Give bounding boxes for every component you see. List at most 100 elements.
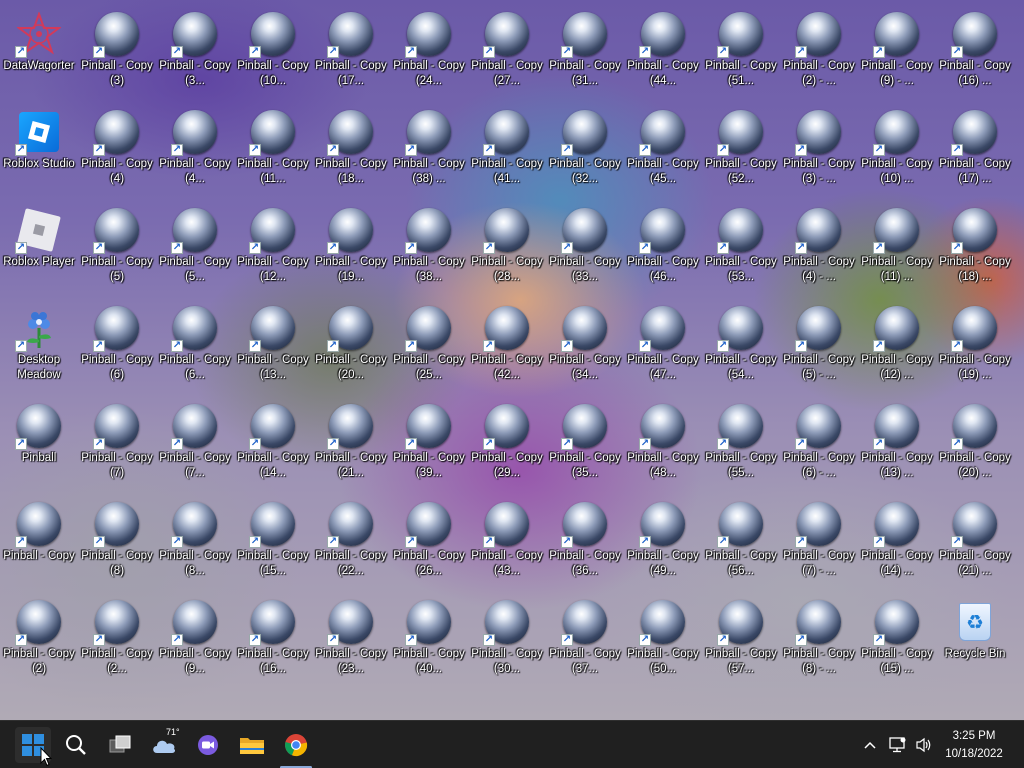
desktop-icon-pinball[interactable]: ↗ Pinball - Copy (35... [546,396,624,492]
desktop-icon-pinball[interactable]: ↗ Pinball - Copy (15) ... [858,592,936,688]
desktop-icon-pinball[interactable]: ↗ Pinball - Copy (18... [312,102,390,198]
desktop-icon-pinball[interactable]: ↗ Pinball - Copy (34... [546,298,624,394]
desktop-icon-pinball[interactable]: ↗ Pinball - Copy (55... [702,396,780,492]
desktop-icon-pinball[interactable]: ↗ Pinball - Copy (4) - ... [780,200,858,296]
desktop-icon-pinball[interactable]: ↗ Pinball - Copy (13) ... [858,396,936,492]
desktop-icon-pinball[interactable]: ↗ Pinball - Copy (8) [78,494,156,590]
chrome-button[interactable] [278,727,314,763]
desktop-icon-pinball[interactable]: ↗ Pinball - Copy (42... [468,298,546,394]
desktop[interactable]: ↗ DataWagorter ↗ Roblox Studio ↗ Roblox Playe… [0,0,1024,720]
desktop-icon-pinball[interactable]: ↗ Pinball - Copy (10) ... [858,102,936,198]
chat-button[interactable] [190,727,226,763]
desktop-icon-pinball[interactable]: ↗ Pinball - Copy (30... [468,592,546,688]
desktop-icon-pinball[interactable]: ↗ Pinball - Copy (17) ... [936,102,1014,198]
desktop-icon-pinball[interactable]: ↗ Pinball - Copy (32... [546,102,624,198]
network-button[interactable] [886,721,910,768]
desktop-icon-pinball[interactable]: ↗ Pinball - Copy (38... [390,200,468,296]
desktop-icon-pinball[interactable]: ↗ Pinball - Copy (33... [546,200,624,296]
desktop-icon-pinball[interactable]: ↗ Pinball - Copy (39... [390,396,468,492]
desktop-icon-pinball[interactable]: ↗ Pinball - Copy (20) ... [936,396,1014,492]
desktop-icon-pinball[interactable]: ↗ Pinball - Copy (7) [78,396,156,492]
desktop-icon-pinball[interactable]: ↗ Pinball - Copy (54... [702,298,780,394]
desktop-icon-pinball[interactable]: ↗ Pinball - Copy (11) ... [858,200,936,296]
task-view-button[interactable] [102,727,138,763]
desktop-icon-pinball[interactable]: ↗ Pinball - Copy (16) ... [936,4,1014,100]
clock-button[interactable]: 3:25 PM 10/18/2022 [936,727,1012,763]
desktop-icon-pinball[interactable]: ↗ Pinball - Copy (24... [390,4,468,100]
desktop-icon-pinball[interactable]: ↗ Pinball - Copy (19... [312,200,390,296]
desktop-icon-pinball[interactable]: ↗ Pinball - Copy [0,494,78,590]
desktop-icon-studio[interactable]: ↗ Roblox Studio [0,102,78,198]
desktop-icon-pinball[interactable]: ↗ Pinball - Copy (2) - ... [780,4,858,100]
desktop-icon-pinball[interactable]: ↗ Pinball - Copy (21... [312,396,390,492]
desktop-icon-pinball[interactable]: ↗ Pinball - Copy (18) ... [936,200,1014,296]
desktop-icon-pinball[interactable]: ↗ Pinball - Copy (40... [390,592,468,688]
desktop-icon-pinball[interactable]: ↗ Pinball - Copy (2) [0,592,78,688]
desktop-icon-pinball[interactable]: ↗ Pinball - Copy (17... [312,4,390,100]
desktop-icon-pinball[interactable]: ↗ Pinball - Copy (28... [468,200,546,296]
desktop-icon-pinball[interactable]: ↗ Pinball - Copy (46... [624,200,702,296]
desktop-icon-pinball[interactable]: ↗ Pinball - Copy (45... [624,102,702,198]
desktop-icon-pinball[interactable]: ↗ Pinball - Copy (41... [468,102,546,198]
desktop-icon-pinball[interactable]: ↗ Pinball - Copy (3) [78,4,156,100]
desktop-icon-pinball[interactable]: ↗ Pinball - Copy (49... [624,494,702,590]
desktop-icon-pinball[interactable]: ↗ Pinball - Copy (52... [702,102,780,198]
desktop-icon-pinball[interactable]: ↗ Pinball - Copy (10... [234,4,312,100]
desktop-icon-pinball[interactable]: ↗ Pinball - Copy (43... [468,494,546,590]
desktop-icon-pinball[interactable]: ↗ Pinball - Copy (38) ... [390,102,468,198]
desktop-icon-pinball[interactable]: ↗ Pinball - Copy (3... [156,4,234,100]
desktop-icon-pinball[interactable]: ↗ Pinball - Copy (5) [78,200,156,296]
desktop-icon-pinball[interactable]: ↗ Pinball [0,396,78,492]
desktop-icon-logo[interactable]: ↗ DataWagorter [0,4,78,100]
desktop-icon-pinball[interactable]: ↗ Pinball - Copy (36... [546,494,624,590]
desktop-icon-pinball[interactable]: ↗ Pinball - Copy (26... [390,494,468,590]
desktop-icon-pinball[interactable]: ↗ Pinball - Copy (53... [702,200,780,296]
desktop-icon-pinball[interactable]: ↗ Pinball - Copy (44... [624,4,702,100]
desktop-icon-pinball[interactable]: ↗ Pinball - Copy (22... [312,494,390,590]
desktop-icon-pinball[interactable]: ↗ Pinball - Copy (7) - ... [780,494,858,590]
desktop-icon-pinball[interactable]: ↗ Pinball - Copy (37... [546,592,624,688]
desktop-icon-pinball[interactable]: ↗ Pinball - Copy (4... [156,102,234,198]
desktop-icon-pinball[interactable]: ↗ Pinball - Copy (16... [234,592,312,688]
desktop-icon-pinball[interactable]: ↗ Pinball - Copy (7... [156,396,234,492]
desktop-icon-pinball[interactable]: ↗ Pinball - Copy (5) - ... [780,298,858,394]
desktop-icon-pinball[interactable]: ↗ Pinball - Copy (50... [624,592,702,688]
desktop-icon-pinball[interactable]: ↗ Pinball - Copy (9... [156,592,234,688]
desktop-icon-pinball[interactable]: ↗ Pinball - Copy (8... [156,494,234,590]
desktop-icon-pinball[interactable]: ↗ Pinball - Copy (3) - ... [780,102,858,198]
desktop-icon-pinball[interactable]: ↗ Pinball - Copy (27... [468,4,546,100]
desktop-icon-pinball[interactable]: ↗ Pinball - Copy (9) - ... [858,4,936,100]
desktop-icon-pinball[interactable]: ↗ Pinball - Copy (51... [702,4,780,100]
desktop-icon-pinball[interactable]: ↗ Pinball - Copy (56... [702,494,780,590]
desktop-icon-pinball[interactable]: ↗ Pinball - Copy (13... [234,298,312,394]
desktop-icon-pinball[interactable]: ↗ Pinball - Copy (12... [234,200,312,296]
desktop-icon-pinball[interactable]: ↗ Pinball - Copy (48... [624,396,702,492]
weather-widget-button[interactable]: 71° [146,727,182,763]
desktop-icon-pinball[interactable]: ↗ Pinball - Copy (23... [312,592,390,688]
desktop-icon-pinball[interactable]: ↗ Pinball - Copy (31... [546,4,624,100]
desktop-icon-pinball[interactable]: ↗ Pinball - Copy (15... [234,494,312,590]
search-button[interactable] [58,727,94,763]
desktop-icon-pinball[interactable]: ↗ Pinball - Copy (47... [624,298,702,394]
desktop-icon-pinball[interactable]: ↗ Pinball - Copy (20... [312,298,390,394]
desktop-icon-pinball[interactable]: ↗ Pinball - Copy (19) ... [936,298,1014,394]
desktop-icon-pinball[interactable]: ↗ Pinball - Copy (21) ... [936,494,1014,590]
desktop-icon-pinball[interactable]: ↗ Pinball - Copy (14... [234,396,312,492]
desktop-icon-pinball[interactable]: ↗ Pinball - Copy (2... [78,592,156,688]
file-explorer-button[interactable] [234,727,270,763]
desktop-icon-pinball[interactable]: ↗ Pinball - Copy (29... [468,396,546,492]
desktop-icon-pinball[interactable]: ↗ Pinball - Copy (25... [390,298,468,394]
desktop-icon-pinball[interactable]: ↗ Pinball - Copy (6... [156,298,234,394]
desktop-icon-bin[interactable]: ♻ Recycle Bin [936,592,1014,688]
volume-button[interactable] [912,721,936,768]
desktop-icon-pinball[interactable]: ↗ Pinball - Copy (14) ... [858,494,936,590]
desktop-icon-meadow[interactable]: ↗ Desktop Meadow [0,298,78,394]
desktop-icon-pinball[interactable]: ↗ Pinball - Copy (11... [234,102,312,198]
tray-overflow-button[interactable] [860,721,880,768]
desktop-icon-pinball[interactable]: ↗ Pinball - Copy (12) ... [858,298,936,394]
desktop-icon-pinball[interactable]: ↗ Pinball - Copy (4) [78,102,156,198]
desktop-icon-pinball[interactable]: ↗ Pinball - Copy (57... [702,592,780,688]
desktop-icon-pinball[interactable]: ↗ Pinball - Copy (6) [78,298,156,394]
desktop-icon-player[interactable]: ↗ Roblox Player [0,200,78,296]
desktop-icon-pinball[interactable]: ↗ Pinball - Copy (5... [156,200,234,296]
